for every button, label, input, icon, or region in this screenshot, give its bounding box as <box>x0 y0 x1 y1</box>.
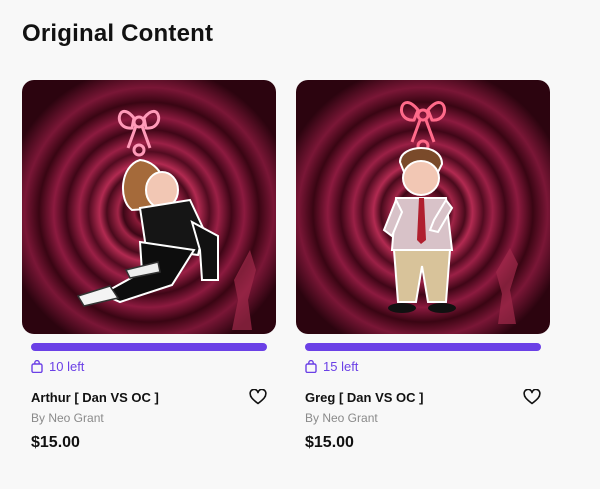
product-card[interactable]: 15 left Greg [ Dan VS OC ] By Neo Grant … <box>296 80 550 452</box>
shopping-bag-icon <box>305 359 317 374</box>
character-greg <box>382 147 456 313</box>
stock-indicator: 10 left <box>31 359 276 374</box>
product-image[interactable] <box>296 80 550 334</box>
product-price: $15.00 <box>305 434 354 451</box>
product-name[interactable]: Arthur [ Dan VS OC ] <box>31 390 159 405</box>
stock-indicator: 15 left <box>305 359 550 374</box>
content-section: Original Content 10 left Arthur [Dan VS… <box>0 0 600 489</box>
bow-ornament <box>400 101 446 153</box>
shopping-bag-icon <box>31 359 43 374</box>
stock-label: 15 left <box>323 359 359 374</box>
product-card[interactable]: 10 left Arthur [ Dan VS OC ] By Neo Gran… <box>22 80 276 452</box>
product-name-row: Greg [ Dan VS OC ] <box>305 388 541 405</box>
product-name-row: Arthur [ Dan VS OC ] <box>31 388 267 405</box>
heart-icon[interactable] <box>523 388 541 405</box>
product-image[interactable] <box>22 80 276 334</box>
product-name[interactable]: Greg [ Dan VS OC ] <box>305 390 423 405</box>
stock-progress-bar <box>305 343 541 351</box>
section-title: Original Content <box>22 20 214 47</box>
heart-icon[interactable] <box>249 388 267 405</box>
stock-label: 10 left <box>49 359 85 374</box>
character-arthur <box>76 158 219 307</box>
stock-progress-bar <box>31 343 267 351</box>
product-author[interactable]: By Neo Grant <box>305 411 550 425</box>
product-author[interactable]: By Neo Grant <box>31 411 276 425</box>
bow-ornament <box>117 109 161 157</box>
product-price: $15.00 <box>31 434 80 451</box>
